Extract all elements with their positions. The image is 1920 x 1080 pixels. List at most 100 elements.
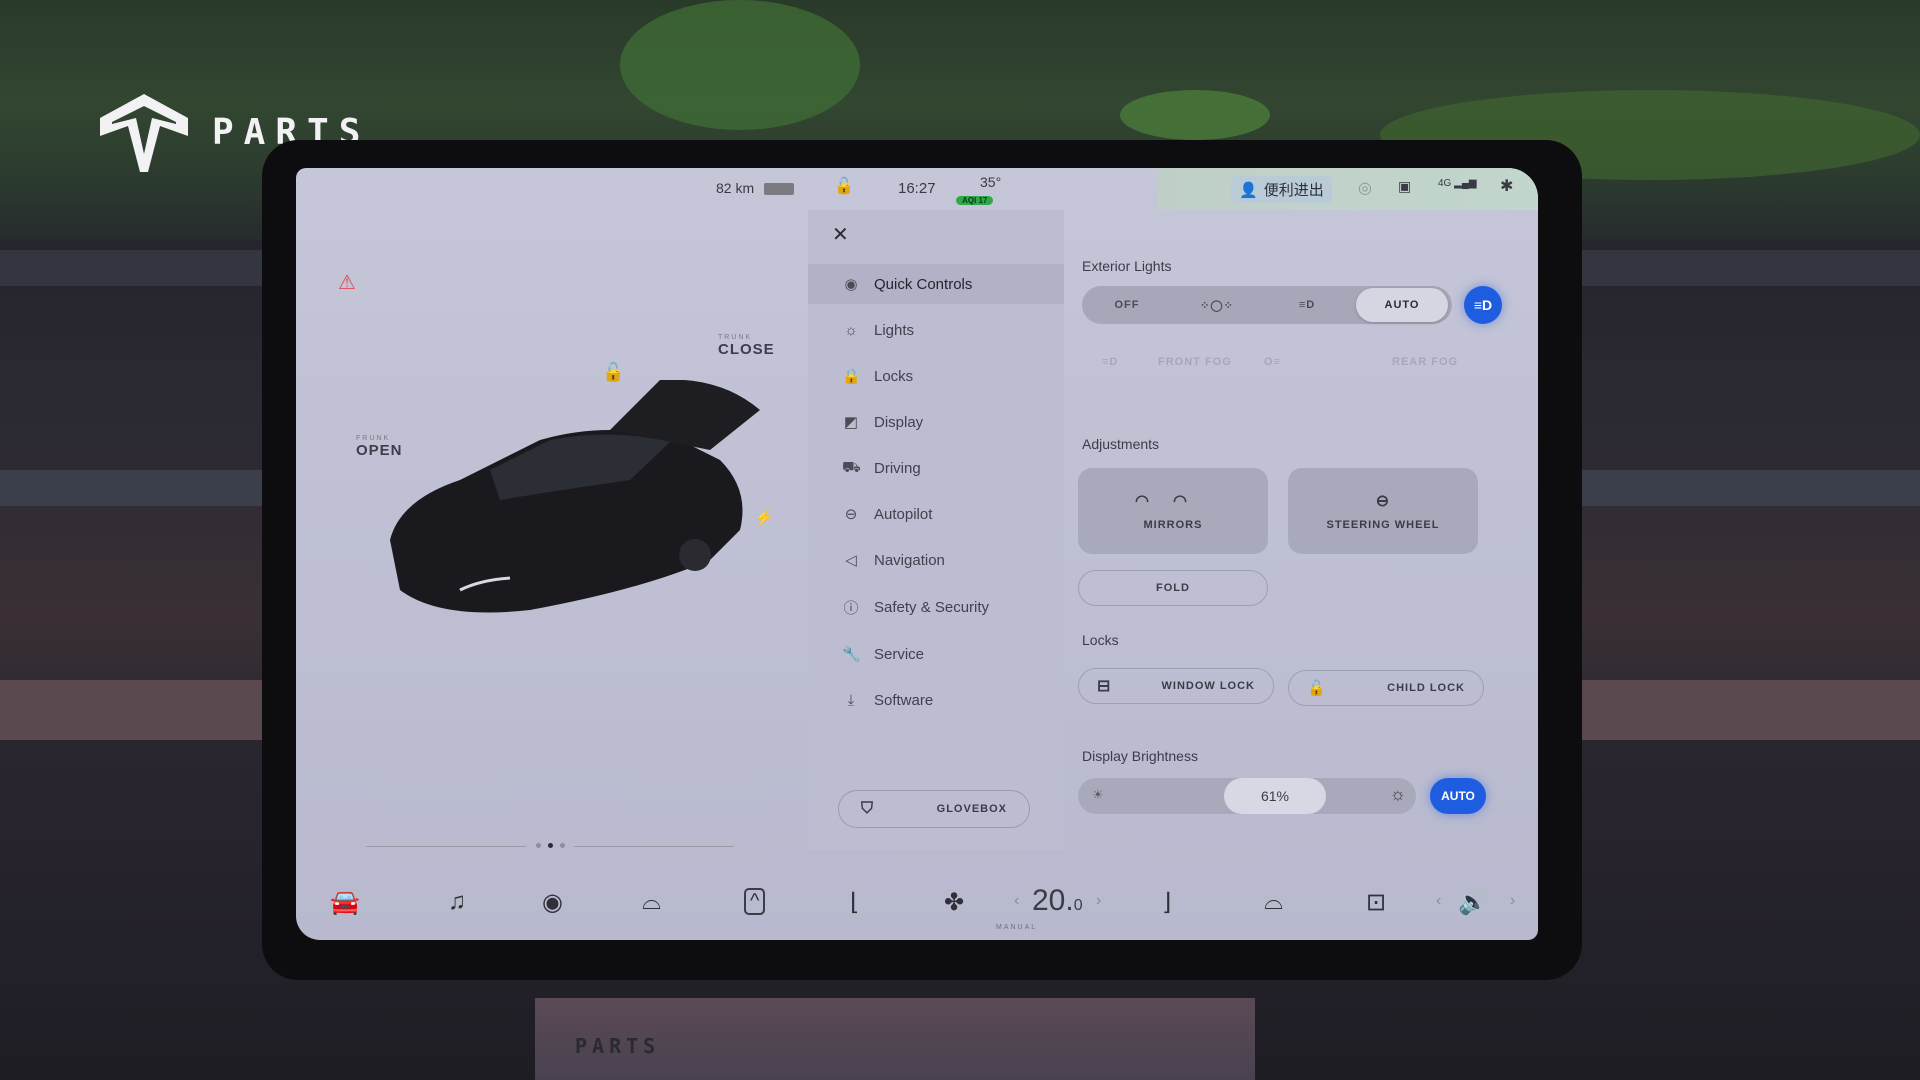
brightness-value: 61% [1260,788,1290,804]
temperature-whole: 20. [1032,884,1074,917]
locks-title: Locks [1082,632,1119,648]
dashcam-icon[interactable]: ▣ [1398,178,1411,195]
front-fog-button[interactable]: FRONT FOG [1158,356,1232,368]
mirrors-icon: ◠◠ [1135,493,1211,510]
child-lock-icon: 🔓 [1307,680,1327,697]
wrench-icon: 🔧 [842,646,861,663]
display-brightness-title: Display Brightness [1082,748,1198,764]
steering-wheel-button[interactable]: ⊖ STEERING WHEEL [1288,468,1478,554]
bluetooth-icon[interactable]: ✱ [1500,176,1513,196]
trunk-label: TRUNK [718,334,753,341]
rear-fog-icon: O≡ [1264,356,1281,368]
lights-off-option[interactable]: OFF [1082,286,1172,324]
high-beam-button[interactable]: ≡D [1464,286,1502,324]
range-text: 82 km [716,180,755,196]
window-lock-button[interactable]: ⊟ WINDOW LOCK [1078,668,1274,704]
car-controls-icon[interactable]: 🚘 [330,888,360,917]
menu-item-label: Service [874,645,925,663]
rear-fog-button[interactable]: REAR FOG [1392,356,1458,368]
wiper-icon[interactable]: ⌓ [642,888,661,916]
window-lock-icon: ⊟ [1097,678,1112,695]
fold-label: FOLD [1156,582,1190,594]
map-preview-strip[interactable] [1158,168,1538,210]
car-model-image [390,380,760,613]
glovebox-button[interactable]: ⛉ GLOVEBOX [838,790,1030,828]
pager-dot[interactable] [536,843,541,848]
bottom-dock: 🚘 ♫ ◉ ⌓ ^ ⌊ ✤ ‹ 20.0 › MANUAL ⌋ ⌓ ⊡ ‹ 🔊 … [296,870,1538,940]
exterior-lights-selector: OFF ⁘◯⁘ ≡D AUTO [1082,286,1452,324]
brightness-auto-button[interactable]: AUTO [1430,778,1486,814]
menu-item-autopilot[interactable]: ⊖ Autopilot [808,494,1064,534]
quick-controls-panel: Exterior Lights OFF ⁘◯⁘ ≡D AUTO ≡D ≡D FR… [1064,210,1538,850]
glovebox-label: GLOVEBOX [936,803,1007,815]
menu-item-lights[interactable]: ☼ Lights [808,310,1064,350]
brightness-slider-thumb[interactable]: 61% [1224,778,1326,814]
menu-item-driving[interactable]: ⛟ Driving [808,448,1064,488]
pager-dot[interactable] [560,843,565,848]
sentry-icon[interactable]: ◎ [1358,178,1372,198]
rear-defrost-icon[interactable]: ⊡ [1366,888,1386,917]
profile-name: 便利进出 [1263,182,1324,199]
car-visualization: ⚠ FRUNK OPEN TRUNK CLOSE 🔓 ⚡ [296,210,808,870]
trunk-callout[interactable]: TRUNK CLOSE [718,334,775,358]
menu-item-locks[interactable]: 🔒 Locks [808,356,1064,396]
fan-icon[interactable]: ✤ [944,888,964,917]
user-icon: 👤 [1239,181,1258,199]
menu-item-label: Display [874,413,924,431]
menu-item-quick-controls[interactable]: ◉ Quick Controls [808,264,1064,304]
menu-item-label: Navigation [874,551,945,569]
menu-item-safety-security[interactable]: ⓘ Safety & Security [808,587,1064,627]
touchscreen: 82 km 🔓 16:27 35° AQI 17 👤 便利进出 ◎ ▣ 4G ▂… [296,168,1538,940]
pager-line [574,846,734,847]
front-defrost-icon[interactable]: ⌓ [1264,888,1283,916]
app-launcher-icon[interactable]: ^ [744,888,766,915]
glovebox-icon: ⛉ [861,800,875,817]
music-icon[interactable]: ♫ [448,888,466,916]
lights-auto-option[interactable]: AUTO [1356,288,1448,322]
driver-seat-heater-icon[interactable]: ⌊ [850,888,859,917]
steering-wheel-icon: ⊖ [844,506,858,523]
fold-mirrors-button[interactable]: FOLD [1078,570,1268,606]
passenger-seat-heater-icon[interactable]: ⌋ [1162,888,1171,917]
lock-status-icon[interactable]: 🔓 [834,176,854,196]
volume-down-button[interactable]: ‹ [1436,892,1441,910]
aqi-badge: AQI 17 [956,196,994,205]
menu-item-software[interactable]: ⤓ Software [808,680,1064,720]
temp-up-button[interactable]: › [1096,892,1101,910]
menu-item-display[interactable]: ◩ Display [808,402,1064,442]
child-lock-button[interactable]: 🔓 CHILD LOCK [1288,670,1484,706]
brightness-high-icon: ☼ [1389,784,1407,804]
camera-icon[interactable]: ◉ [542,888,563,917]
steering-wheel-icon: ⊖ [1375,493,1391,510]
volume-icon[interactable]: 🔊 [1458,888,1488,917]
close-icon[interactable]: ✕ [832,222,849,247]
brightness-slider[interactable]: ☀ 61% ☼ [1078,778,1416,814]
brand-logo-icon [100,94,188,172]
steering-wheel-label: STEERING WHEEL [1326,519,1440,531]
parking-lights-option[interactable]: ⁘◯⁘ [1172,286,1262,324]
clock: 16:27 [898,180,936,197]
trunk-close-button[interactable]: CLOSE [718,341,775,358]
toggle-icon: ◉ [844,276,858,293]
low-beam-icon: ≡D [1298,299,1316,311]
menu-item-navigation[interactable]: ◁ Navigation [808,540,1064,580]
front-fog-icon: ≡D [1102,356,1119,368]
driver-profile-button[interactable]: 👤 便利进出 [1231,176,1332,203]
menu-item-label: Lights [874,321,915,339]
cabin-temperature[interactable]: 20.0 [1032,884,1083,918]
brightness-auto-label: AUTO [1441,789,1475,803]
menu-item-service[interactable]: 🔧 Service [808,634,1064,674]
seatbelt-warning-icon: ⚠ [338,272,356,294]
temp-down-button[interactable]: ‹ [1014,892,1019,910]
car-view-pager [366,842,736,852]
lock-icon: 🔒 [842,368,861,385]
volume-up-button[interactable]: › [1510,892,1515,910]
background-leaf [620,0,860,130]
pager-dot-active[interactable] [548,843,553,848]
car-icon: ⛟ [842,458,861,476]
low-beam-option[interactable]: ≡D [1262,286,1352,324]
mirrors-button[interactable]: ◠◠ MIRRORS [1078,468,1268,554]
parking-lights-icon: ⁘◯⁘ [1200,299,1234,312]
menu-item-label: Safety & Security [874,598,990,616]
pager-line [366,846,526,847]
